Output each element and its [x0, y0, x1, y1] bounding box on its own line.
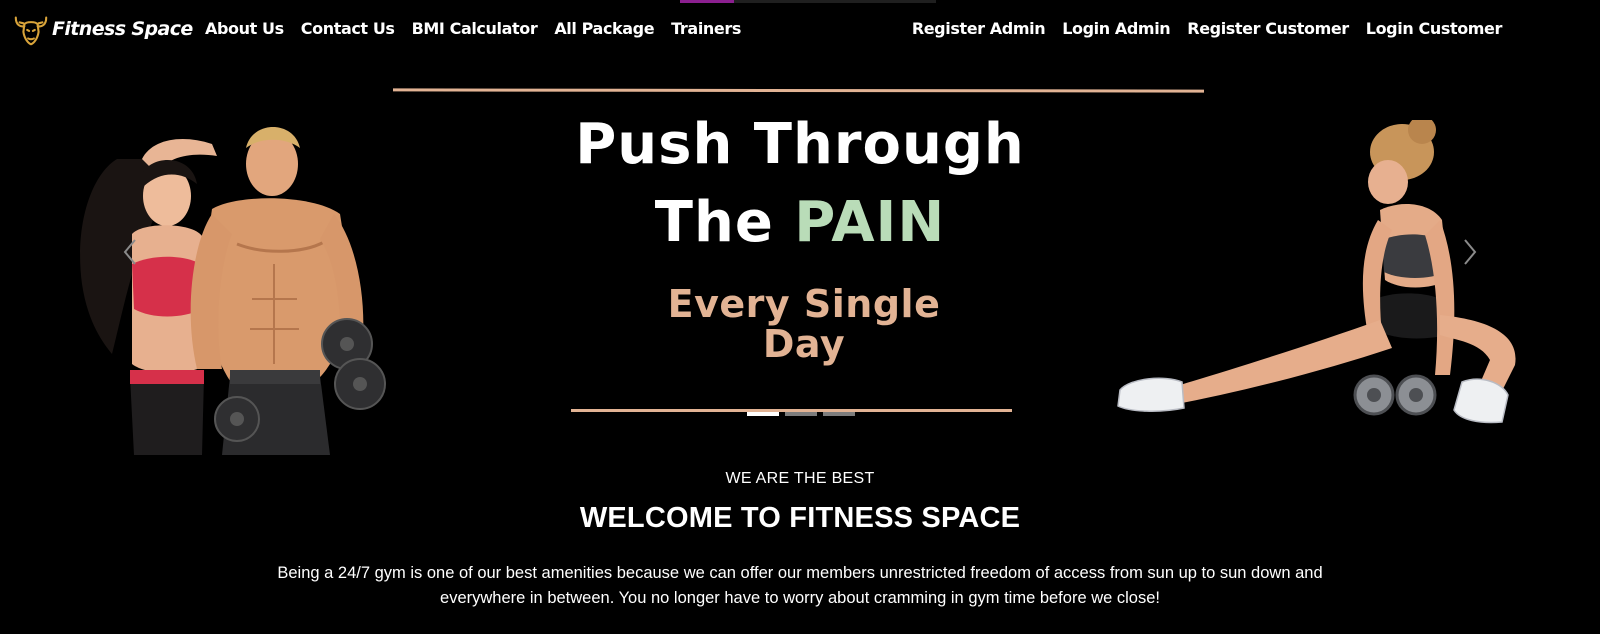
welcome-heading: WELCOME TO FITNESS SPACE: [579, 502, 1021, 534]
nav-link-register-admin[interactable]: Register Admin: [912, 19, 1046, 38]
carousel-indicator-2[interactable]: [785, 412, 817, 416]
hero-tagline-text: Every Single Day: [667, 282, 941, 366]
brand-link[interactable]: Fitness Space: [12, 10, 193, 48]
nav-link-trainers[interactable]: Trainers: [671, 19, 741, 38]
page: Fitness Space About Us Contact Us BMI Ca…: [0, 0, 1600, 634]
nav-right-group: Register Admin Login Admin Register Cust…: [912, 19, 1503, 38]
about-section: WE ARE THE BEST WELCOME TO FITNESS SPACE…: [0, 470, 1600, 611]
hero-carousel: Push Through The PAIN Every Single Day: [0, 60, 1600, 455]
hero-headline-line1: Push Through: [575, 112, 1025, 177]
nav-link-about-us[interactable]: About Us: [205, 19, 284, 38]
nav-link-bmi-calculator[interactable]: BMI Calculator: [412, 19, 538, 38]
hero-divider-top: [392, 88, 1205, 93]
carousel-prev-button[interactable]: [115, 232, 145, 272]
nav-link-all-package[interactable]: All Package: [554, 19, 654, 38]
section-eyebrow: WE ARE THE BEST: [725, 470, 875, 487]
hero-tagline: Every Single Day: [0, 284, 1600, 364]
chevron-right-icon: [1455, 239, 1485, 276]
hero-headline-the: The: [654, 190, 774, 255]
nav-link-login-admin[interactable]: Login Admin: [1062, 19, 1170, 38]
carousel-next-button[interactable]: [1455, 232, 1485, 272]
nav-link-login-customer[interactable]: Login Customer: [1366, 19, 1503, 38]
hero-headline-pain: PAIN: [794, 190, 946, 255]
chevron-left-icon: [115, 239, 145, 276]
carousel-indicator-1[interactable]: [747, 412, 779, 416]
navbar: Fitness Space About Us Contact Us BMI Ca…: [0, 0, 1600, 60]
carousel-indicators: [747, 412, 855, 416]
bull-head-icon: [12, 10, 50, 48]
nav-link-register-customer[interactable]: Register Customer: [1187, 19, 1349, 38]
brand-name: Fitness Space: [52, 18, 193, 40]
hero-headline-line2: The PAIN: [0, 190, 1600, 255]
welcome-body: Being a 24/7 gym is one of our best amen…: [277, 564, 1323, 607]
carousel-indicator-3[interactable]: [823, 412, 855, 416]
nav-link-contact-us[interactable]: Contact Us: [301, 19, 395, 38]
nav-left-group: About Us Contact Us BMI Calculator All P…: [205, 19, 758, 38]
